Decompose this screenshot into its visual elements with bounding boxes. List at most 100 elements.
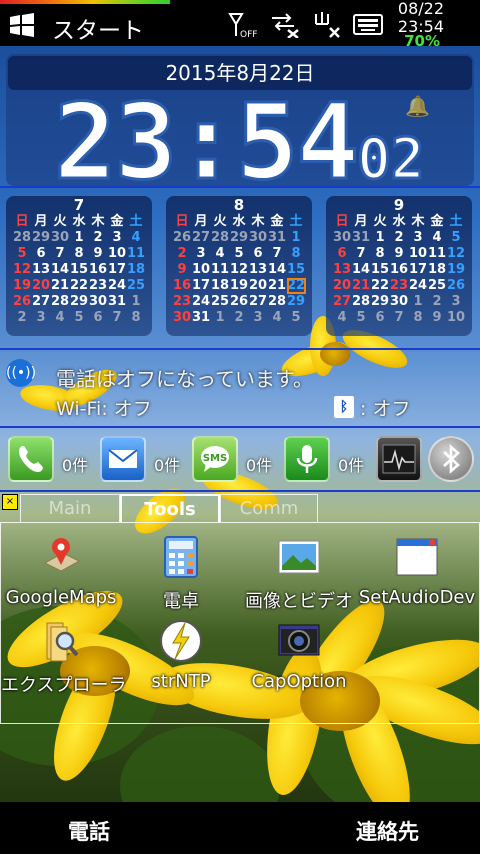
calendar-day: 29 [31, 230, 51, 245]
calendar-day: 16 [172, 278, 192, 293]
weekday-label: 日 [175, 214, 189, 229]
calendar-day: 30 [332, 230, 352, 245]
bluetooth-toggle-icon[interactable] [428, 436, 474, 482]
alarm-bell-icon[interactable]: 🔔 [405, 94, 430, 118]
weekday-label: 木 [91, 214, 105, 229]
app-setaudiodev[interactable]: SetAudioDev [357, 533, 477, 608]
calendar-day: 1 [375, 230, 385, 245]
mail-app-icon[interactable] [100, 436, 146, 482]
calendar-day: 10 [107, 246, 127, 261]
calendar-day: 19 [229, 278, 249, 293]
calendar-month-7[interactable]: 7 日月火水木金土 28 29 30 1 2 3 4 5 6 7 8 9 10 11 12 13 14 15 16 17… [6, 196, 152, 336]
weekday-label: 水 [72, 214, 86, 229]
calendar-day: 31 [191, 310, 211, 325]
calendar-day: 20 [332, 278, 352, 293]
calendar-day: 25 [210, 294, 230, 309]
calendar-day: 20 [248, 278, 268, 293]
app-strntp[interactable]: strNTP [121, 617, 241, 692]
status-clock[interactable]: 08/22 23:54 [398, 1, 444, 35]
app-explorer[interactable]: エクスプローラ [1, 617, 126, 697]
calendar-day: 30 [248, 230, 268, 245]
clock-widget[interactable]: 2015年8月22日 23:5402 🔔 [6, 54, 474, 196]
calendar-day: 29 [69, 294, 89, 309]
sms-app-icon[interactable]: SMS [192, 436, 238, 482]
calendar-day: 21 [351, 278, 371, 293]
calendar-day: 1 [74, 230, 84, 245]
calendar-month-8[interactable]: 8 日月火水木金土 26 27 28 29 30 31 1 2 3 4 5 6 7 8 9 10 11 12 13 14… [166, 196, 312, 336]
calendar-day: 3 [196, 246, 206, 261]
weekday-label: 火 [53, 214, 67, 229]
calendar-day: 12 [12, 262, 32, 277]
calendar-day: 11 [427, 246, 447, 261]
data-off-icon[interactable] [270, 10, 302, 38]
app-calculator[interactable]: 電卓 [121, 533, 241, 613]
calendar-day: 29 [370, 294, 390, 309]
calendar-day: 21 [50, 278, 70, 293]
tab-comm[interactable]: Comm [220, 494, 318, 522]
wifi-status[interactable]: Wi-Fi: オフ [56, 394, 152, 421]
calendar-day: 17 [107, 262, 127, 277]
app-label: GoogleMaps [5, 587, 117, 608]
weekday-label: 日 [15, 214, 29, 229]
voice-recorder-icon[interactable] [284, 436, 330, 482]
app-capoption[interactable]: CapOption [239, 617, 359, 692]
clock-time: 23:5402 [52, 89, 426, 212]
calendar-day: 13 [248, 262, 268, 277]
calendar-month-label: 8 [233, 196, 245, 214]
phone-app-icon[interactable] [8, 436, 54, 482]
start-menu-label[interactable]: スタート [52, 11, 144, 45]
divider [0, 426, 480, 428]
weekday-label: 木 [411, 214, 425, 229]
signal-off-icon[interactable]: OFF [226, 10, 258, 38]
calendar-day: 26 [12, 294, 32, 309]
calendar-day: 11 [126, 246, 146, 261]
calendar-day: 4 [215, 246, 225, 261]
calendar-day: 24 [408, 278, 428, 293]
calendar-day: 3 [451, 294, 461, 309]
weekday-label: 月 [354, 214, 368, 229]
app-label: 電卓 [163, 591, 199, 612]
windows-logo-icon[interactable] [8, 12, 36, 38]
calendar-day: 2 [177, 246, 187, 261]
wifi-off-icon[interactable] [312, 10, 342, 38]
calendar-day: 26 [446, 278, 466, 293]
calendar-day: 16 [88, 262, 108, 277]
calendar-month-9[interactable]: 9 日月火水木金土 30 31 1 2 3 4 5 6 7 8 9 10 11 12 13 14 15 16 17 18… [326, 196, 472, 336]
calendar-day: 6 [375, 310, 385, 325]
calendar-day-today: 22 [286, 278, 306, 294]
tab-tools[interactable]: Tools [120, 494, 220, 522]
clock-seconds: 02 [356, 126, 426, 194]
app-googlemaps[interactable]: GoogleMaps [1, 533, 121, 608]
calendar-day: 5 [234, 246, 244, 261]
picture-icon [278, 540, 320, 574]
weekday-label: 日 [335, 214, 349, 229]
calendar-day: 5 [74, 310, 84, 325]
calendar-day: 18 [427, 262, 447, 277]
app-pictures-videos[interactable]: 画像とビデオ [239, 533, 359, 613]
calendar-day: 27 [248, 294, 268, 309]
weekday-label: 木 [251, 214, 265, 229]
wireless-manager-icon[interactable]: ((•)) [6, 359, 36, 387]
calendar-day: 10 [191, 262, 211, 277]
calendar-day: 5 [17, 246, 27, 261]
calendar-day: 9 [394, 246, 404, 261]
calendar-day: 4 [432, 230, 442, 245]
svg-text:OFF: OFF [240, 30, 257, 38]
calendar-day: 3 [253, 310, 263, 325]
calendar-day: 30 [172, 310, 192, 325]
keyboard-icon[interactable] [352, 10, 384, 38]
softkey-right-contacts[interactable]: 連絡先 [356, 816, 419, 846]
softkey-left-phone[interactable]: 電話 [68, 816, 110, 846]
calendar-day: 31 [351, 230, 371, 245]
phone-off-status[interactable]: 電話はオフになっています。 [56, 363, 313, 392]
weekday-label: 金 [430, 214, 444, 229]
calendar-day: 4 [131, 230, 141, 245]
calendar-day: 28 [50, 294, 70, 309]
bluetooth-status[interactable]: : オフ [360, 394, 410, 421]
system-monitor-icon[interactable] [376, 436, 422, 482]
calendar-day: 1 [291, 230, 301, 245]
app-label: SetAudioDev [358, 587, 476, 608]
close-icon[interactable]: × [2, 494, 18, 510]
calendar-day: 3 [413, 230, 423, 245]
tab-main[interactable]: Main [20, 494, 120, 522]
